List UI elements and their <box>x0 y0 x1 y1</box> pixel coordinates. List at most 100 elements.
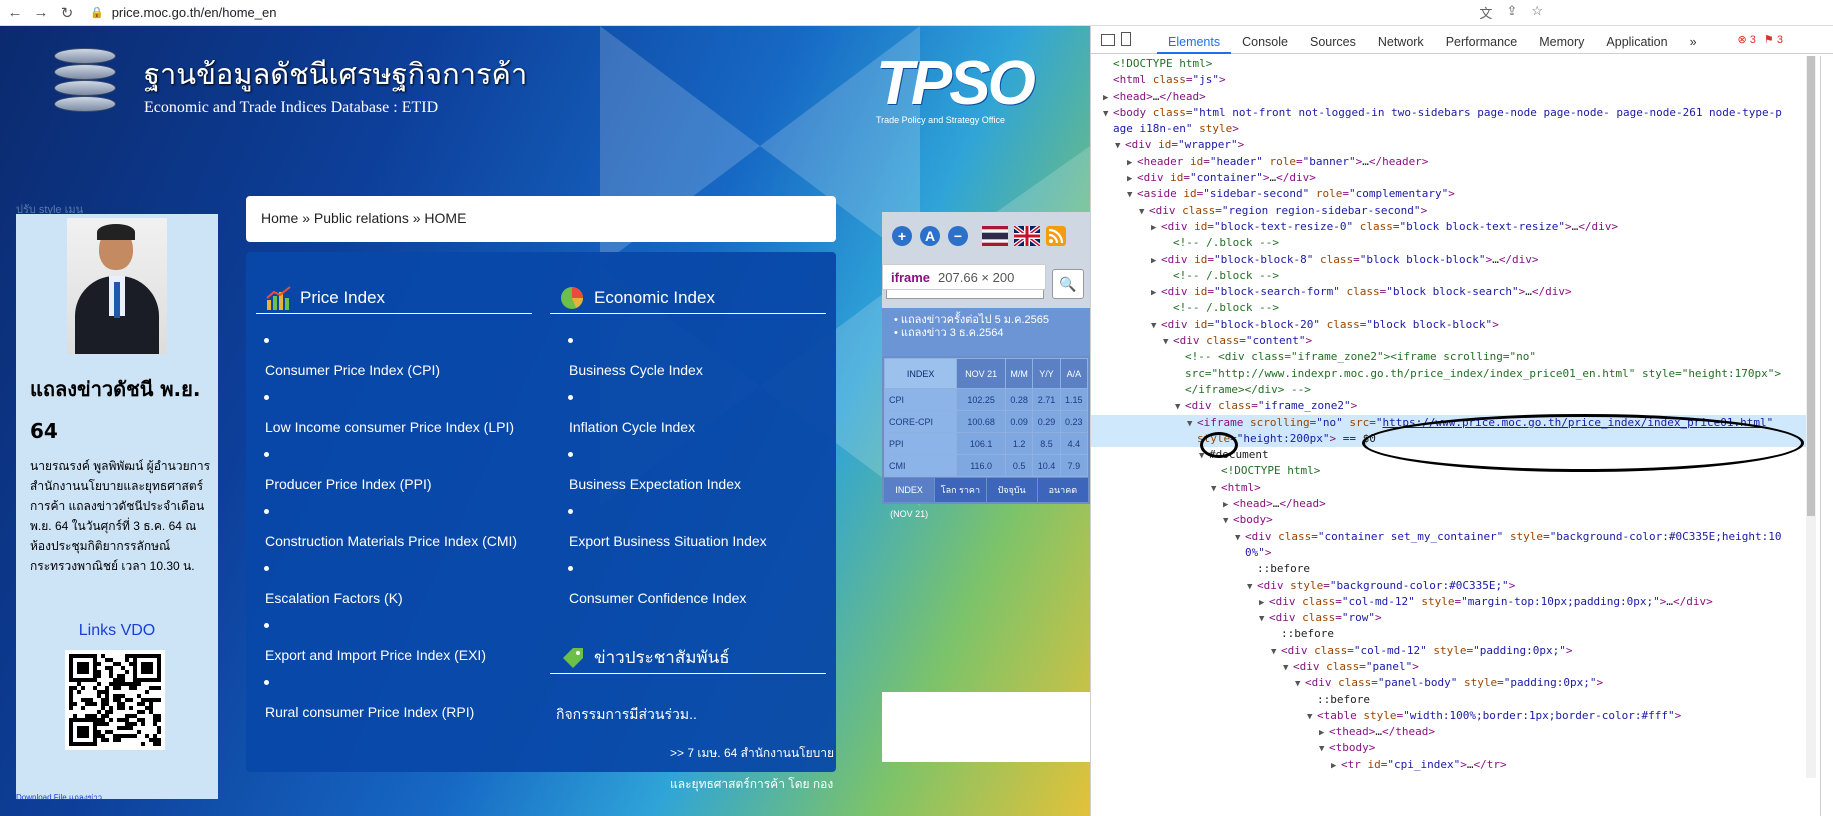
dom-node-line[interactable]: ▼ <body class="html not-front not-logged-… <box>1091 105 1807 121</box>
tpso-logo[interactable]: TPSO Trade Policy and Strategy Office <box>876 48 1046 134</box>
translate-icon[interactable]: 文 <box>1479 3 1492 22</box>
search-button[interactable]: 🔍 <box>1052 269 1084 299</box>
expand-toggle-icon[interactable]: ▶ <box>1331 758 1341 774</box>
site-logo[interactable]: ฐานข้อมูลดัชนีเศรษฐกิจการค้า Economic an… <box>48 44 527 124</box>
share-icon[interactable]: ⇪ <box>1506 3 1517 22</box>
index-table-footer-tab[interactable]: INDEX (NOV 21) <box>884 478 935 519</box>
dom-node-line[interactable]: <!-- <div class="iframe_zone2"><iframe s… <box>1091 349 1807 365</box>
price-index-item[interactable]: Construction Materials Price Index (CMI) <box>246 503 517 560</box>
dom-node-line[interactable]: ▼ <div class="panel"> <box>1091 659 1807 675</box>
dom-node-line[interactable]: ▼ <tbody> <box>1091 740 1807 756</box>
index-table-row[interactable]: CORE-CPI 100.68 0.09 0.29 0.23 <box>883 410 1089 433</box>
expand-toggle-icon[interactable]: ▼ <box>1271 644 1281 660</box>
expand-toggle-icon[interactable]: ▶ <box>1103 90 1113 106</box>
dom-node-line[interactable]: ▼ <div class="panel-body" style="padding:… <box>1091 675 1807 691</box>
dom-node-line[interactable]: ::before <box>1091 692 1807 708</box>
device-toolbar-icon[interactable] <box>1121 32 1131 46</box>
dom-node-line[interactable]: ▼ <div id="block-block-20" class="block b… <box>1091 317 1807 333</box>
expand-toggle-icon[interactable]: ▼ <box>1187 416 1197 432</box>
price-index-item-label[interactable]: Escalation Factors (K) <box>265 590 403 606</box>
price-index-item-label[interactable]: Rural consumer Price Index (RPI) <box>265 704 474 720</box>
dom-node-line[interactable]: ::before <box>1091 626 1807 642</box>
expand-toggle-icon[interactable]: ▶ <box>1127 155 1137 171</box>
reload-icon[interactable]: ↻ <box>56 2 78 24</box>
dom-node-line[interactable]: ▶ <tr id="cpi_index">…</tr> <box>1091 757 1807 773</box>
expand-toggle-icon[interactable]: ▶ <box>1151 220 1161 236</box>
banner-line[interactable]: • แถลงข่าว 3 ธ.ค.2564 <box>894 327 1082 340</box>
price-index-item-label[interactable]: Export and Import Price Index (EXI) <box>265 647 486 663</box>
price-index-item[interactable]: Low Income consumer Price Index (LPI) <box>246 389 516 446</box>
dom-node-line[interactable]: ▼ <div class="col-md-12" style="padding:0… <box>1091 643 1807 659</box>
dom-node-line[interactable]: ▼ <body> <box>1091 512 1807 528</box>
dom-node-line[interactable]: ▶ <head>…</head> <box>1091 89 1807 105</box>
dom-node-line[interactable]: ::before <box>1091 561 1807 577</box>
dom-node-line[interactable]: ▼ <div class="row"> <box>1091 610 1807 626</box>
dom-tree-scrollbar-thumb[interactable] <box>1807 56 1815 516</box>
devtools-tab[interactable]: Memory <box>1528 26 1595 54</box>
devtools-tab[interactable]: Application <box>1595 26 1678 54</box>
devtools-tab[interactable]: Sources <box>1299 26 1367 54</box>
font-reset-button[interactable]: A <box>920 226 940 246</box>
dom-node-line[interactable]: <!-- /.block --> <box>1091 300 1807 316</box>
expand-toggle-icon[interactable]: ▼ <box>1115 138 1125 154</box>
economic-index-item[interactable]: Consumer Confidence Index <box>550 560 820 617</box>
index-table-footer-tab[interactable]: โลก ราคา <box>935 478 986 502</box>
dom-node-line[interactable]: ▶ <div id="block-search-form" class="bloc… <box>1091 284 1807 300</box>
forward-arrow-icon[interactable]: → <box>30 2 52 24</box>
font-decrease-button[interactable]: − <box>948 226 968 246</box>
devtools-tab[interactable]: Console <box>1231 26 1299 54</box>
devtools-tab[interactable]: » <box>1679 26 1708 54</box>
pr-news-line[interactable]: >> 7 เมษ. 64 สำนักงานนโยบาย <box>670 744 834 763</box>
index-table-row[interactable]: PPI 106.1 1.2 8.5 4.4 <box>883 432 1089 455</box>
devtools-tab[interactable]: Elements <box>1157 26 1232 54</box>
uk-flag-icon[interactable] <box>1014 226 1040 246</box>
expand-toggle-icon[interactable]: ▼ <box>1103 106 1113 122</box>
economic-index-item-label[interactable]: Export Business Situation Index <box>569 533 767 549</box>
dom-node-line[interactable]: ▶ <head>…</head> <box>1091 496 1807 512</box>
economic-index-item-label[interactable]: Business Cycle Index <box>569 362 703 378</box>
price-index-item[interactable]: Rural consumer Price Index (RPI) <box>246 674 516 731</box>
economic-index-item[interactable]: Export Business Situation Index <box>550 503 820 560</box>
inspect-element-icon[interactable] <box>1101 34 1115 46</box>
dom-node-line[interactable]: ▶ <div id="block-text-resize-0" class="bl… <box>1091 219 1807 235</box>
expand-toggle-icon[interactable]: ▼ <box>1307 709 1317 725</box>
devtools-tab[interactable]: Performance <box>1435 26 1529 54</box>
expand-toggle-icon[interactable]: ▼ <box>1163 334 1173 350</box>
expand-toggle-icon[interactable]: ▼ <box>1151 318 1161 334</box>
price-index-item[interactable]: Export and Import Price Index (EXI) <box>246 617 516 674</box>
pr-news-line[interactable]: และยุทธศาสตร์การค้า โดย กอง <box>670 775 833 794</box>
dom-node-line[interactable]: ▼ <aside id="sidebar-second" role="comple… <box>1091 186 1807 202</box>
expand-toggle-icon[interactable]: ▶ <box>1151 253 1161 269</box>
news-title[interactable]: แถลงข่าวดัชนี พ.ย. 64 <box>30 368 210 452</box>
banner-line[interactable]: • แถลงข่าวครั้งต่อไป 5 ม.ค.2565 <box>894 314 1082 327</box>
dom-node-line[interactable]: ▶ <div id="block-block-8" class="block bl… <box>1091 252 1807 268</box>
back-arrow-icon[interactable]: ← <box>4 2 26 24</box>
expand-toggle-icon[interactable]: ▼ <box>1295 676 1305 692</box>
expand-toggle-icon[interactable]: ▼ <box>1175 399 1185 415</box>
dom-node-line[interactable]: 0%"> <box>1091 545 1807 561</box>
expand-toggle-icon[interactable]: ▼ <box>1247 579 1257 595</box>
dom-node-line[interactable]: <!-- /.block --> <box>1091 268 1807 284</box>
price-index-item-label[interactable]: Low Income consumer Price Index (LPI) <box>265 419 514 435</box>
dom-node-line[interactable]: ▼ <div class="region region-sidebar-secon… <box>1091 203 1807 219</box>
dom-node-line[interactable]: ▼ <table style="width:100%;border:1px;bor… <box>1091 708 1807 724</box>
expand-toggle-icon[interactable]: ▼ <box>1139 204 1149 220</box>
price-index-item-label[interactable]: Consumer Price Index (CPI) <box>265 362 440 378</box>
dom-node-line[interactable]: ▼ <div id="wrapper"> <box>1091 137 1807 153</box>
dom-node-line[interactable]: <!DOCTYPE html> <box>1091 56 1807 72</box>
dom-node-line[interactable]: <!-- /.block --> <box>1091 235 1807 251</box>
address-bar[interactable]: 🔒 price.moc.go.th/en/home_en <box>90 5 276 20</box>
dom-node-line[interactable]: ▼ <div class="iframe_zone2"> <box>1091 398 1807 414</box>
dom-node-line[interactable]: ▼ <div class="container set_my_container"… <box>1091 529 1807 545</box>
expand-toggle-icon[interactable]: ▶ <box>1127 171 1137 187</box>
economic-index-item[interactable]: Business Expectation Index <box>550 446 820 503</box>
dom-node-line[interactable]: </iframe></div> --> <box>1091 382 1807 398</box>
price-index-item[interactable]: Producer Price Index (PPI) <box>246 446 516 503</box>
index-table-row[interactable]: CPI 102.25 0.28 2.71 1.15 <box>883 388 1089 411</box>
expand-toggle-icon[interactable]: ▼ <box>1235 530 1245 546</box>
devtools-tab[interactable]: Network <box>1367 26 1435 54</box>
price-index-item[interactable]: Consumer Price Index (CPI) <box>246 332 516 389</box>
error-count[interactable]: ⊗ 3 <box>1734 33 1760 46</box>
dom-node-line[interactable]: src="http://www.indexpr.moc.go.th/price_… <box>1091 366 1807 382</box>
download-link[interactable]: Download File แถลงข่าว <box>16 791 102 804</box>
